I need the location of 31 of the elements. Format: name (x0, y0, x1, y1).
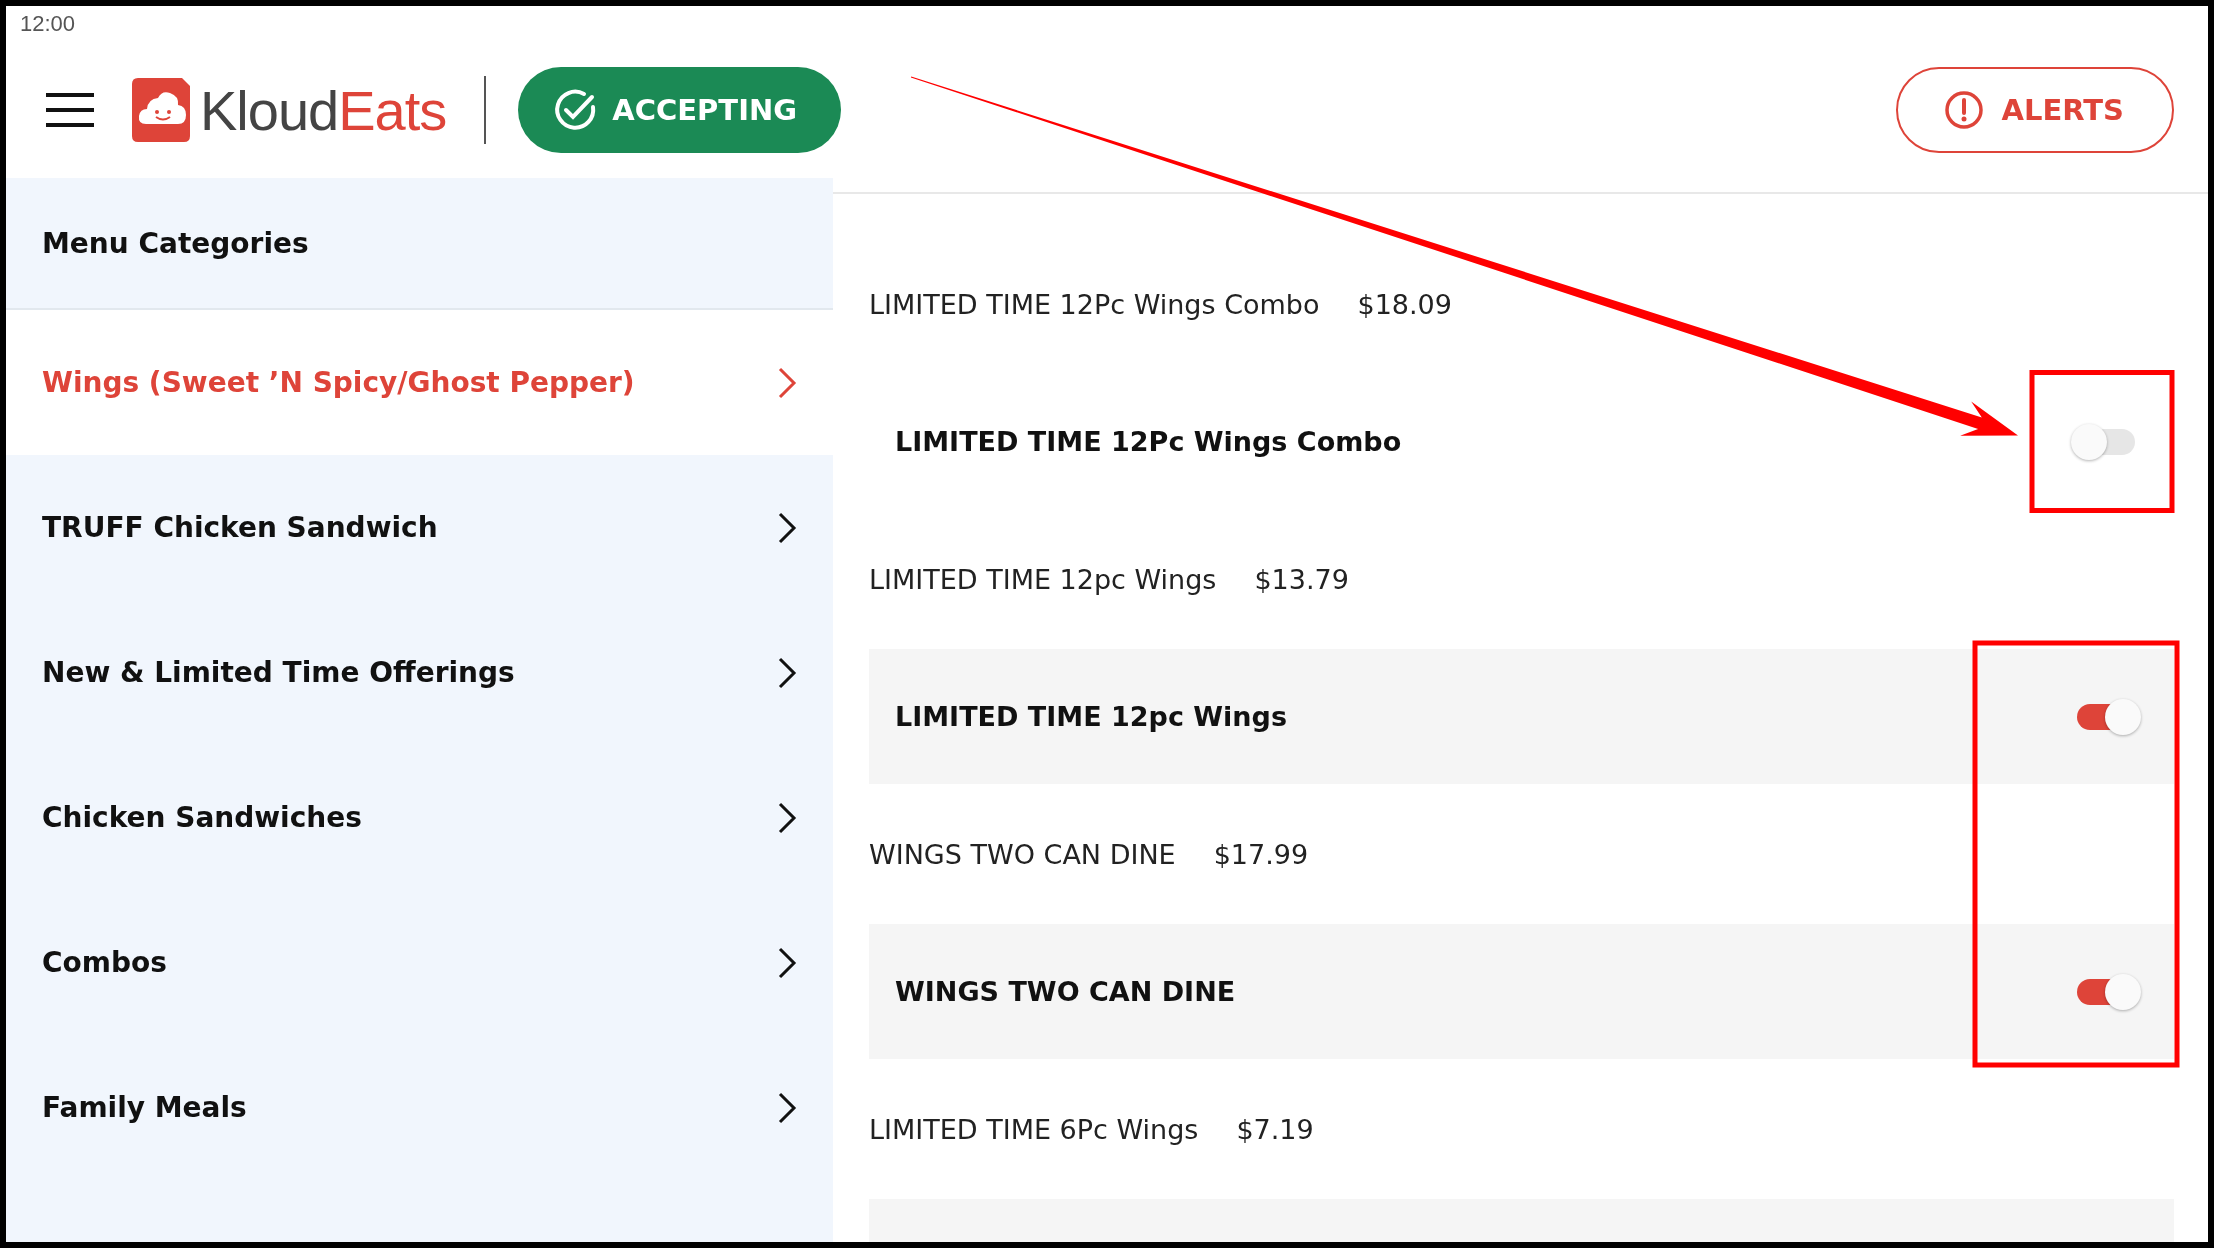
chevron-right-icon (777, 800, 797, 835)
clock-time: 12:00 (20, 11, 76, 37)
item-title: LIMITED TIME 12Pc Wings Combo (895, 426, 1402, 457)
product-name: LIMITED TIME 6Pc Wings (869, 1113, 1199, 1145)
product-price: $17.99 (1213, 838, 1309, 870)
menu-icon[interactable] (46, 92, 94, 128)
category-item[interactable]: Wings (Sweet ’N Spicy/Ghost Pepper) (6, 310, 833, 455)
item-title: WINGS TWO CAN DINE (895, 976, 1236, 1007)
product-name: LIMITED TIME 12Pc Wings Combo (869, 288, 1320, 320)
category-item[interactable]: Chicken Sandwiches (6, 745, 833, 890)
item-title: LIMITED TIME 12pc Wings (895, 701, 1287, 732)
category-item[interactable]: Combos (6, 890, 833, 1035)
category-item[interactable]: Family Meals (6, 1035, 833, 1180)
chevron-right-icon (777, 365, 797, 400)
accepting-button[interactable]: ACCEPTING (518, 67, 842, 153)
product-price: $18.09 (1357, 288, 1452, 320)
product-price: $13.79 (1254, 563, 1349, 595)
chevron-right-icon (777, 1090, 797, 1125)
logo-text: Kloud (200, 78, 339, 142)
alerts-button[interactable]: ALERTS (1895, 67, 2174, 153)
category-item[interactable]: New & Limited Time Offerings (6, 600, 833, 745)
chevron-right-icon (777, 655, 797, 690)
chevron-right-icon (777, 510, 797, 545)
product-price: $7.19 (1236, 1113, 1314, 1145)
sidebar-heading: Menu Categories (42, 226, 309, 260)
category-item[interactable]: TRUFF Chicken Sandwich (6, 455, 833, 600)
alert-icon (1943, 90, 1984, 130)
chevron-right-icon (777, 945, 797, 980)
product-name: WINGS TWO CAN DINE (869, 838, 1176, 870)
logo-text: Eats (338, 78, 447, 142)
product-name: LIMITED TIME 12pc Wings (869, 563, 1217, 595)
